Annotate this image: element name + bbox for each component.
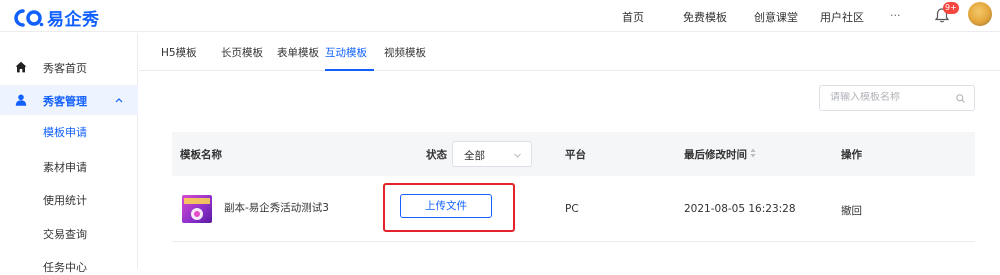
notification-badge: 9+ <box>943 2 959 14</box>
column-header-actions: 操作 <box>841 149 862 161</box>
chevron-up-icon <box>115 98 123 103</box>
search-box <box>819 85 975 111</box>
top-bar: 易企秀 首页 免费模板 创意课堂 用户社区 ··· 9+ <box>0 0 1000 32</box>
template-tabs: H5模板 长页模板 表单模板 互动模板 视频模板 <box>139 33 1000 71</box>
tab-h5[interactable]: H5模板 <box>161 45 197 60</box>
search-icon[interactable] <box>956 94 965 103</box>
sidebar-subitem-usage-stats[interactable]: 使用统计 <box>43 192 87 208</box>
tab-form[interactable]: 表单模板 <box>277 45 319 60</box>
sidebar-subitem-material-apply[interactable]: 素材申请 <box>43 159 87 175</box>
nav-community[interactable]: 用户社区 <box>820 9 864 25</box>
sidebar-item-manage[interactable]: 秀客管理 <box>0 85 138 115</box>
tab-long-page[interactable]: 长页模板 <box>221 45 263 60</box>
status-filter-value: 全部 <box>464 150 485 162</box>
home-icon <box>15 61 27 73</box>
brand-name: 易企秀 <box>47 10 100 30</box>
sort-icon[interactable] <box>750 148 756 158</box>
column-header-platform: 平台 <box>565 149 586 161</box>
sidebar-subitem-template-apply[interactable]: 模板申请 <box>43 124 87 140</box>
search-input[interactable] <box>830 92 950 103</box>
table-row: 副本-易企秀活动测试3 上传文件 PC 2021-08-05 16:23:28 … <box>172 176 975 242</box>
sidebar-subitem-transactions[interactable]: 交易查询 <box>43 226 87 242</box>
logo-icon <box>14 8 44 27</box>
upload-file-button[interactable]: 上传文件 <box>400 194 492 218</box>
nav-more[interactable]: ··· <box>890 9 901 22</box>
active-tab-indicator <box>325 69 374 71</box>
avatar[interactable] <box>968 2 992 26</box>
table-header: 模板名称 状态 全部 平台 最后修改时间 操作 <box>172 132 975 176</box>
revoke-link[interactable]: 撤回 <box>841 203 862 218</box>
nav-home[interactable]: 首页 <box>622 9 644 25</box>
template-thumbnail <box>182 195 212 223</box>
sidebar-subitem-task-center[interactable]: 任务中心 <box>43 259 87 275</box>
main-content: H5模板 长页模板 表单模板 互动模板 视频模板 模板名称 状态 全部 平台 最… <box>139 33 1000 269</box>
tab-video[interactable]: 视频模板 <box>384 45 426 60</box>
column-header-name: 模板名称 <box>180 149 222 161</box>
sidebar-item-home[interactable]: 秀客首页 <box>0 51 138 81</box>
thumbnail-image-icon <box>184 198 210 220</box>
sidebar-item-label: 秀客管理 <box>43 95 87 108</box>
tab-interactive[interactable]: 互动模板 <box>325 45 367 60</box>
logo[interactable]: 易企秀 <box>14 5 100 30</box>
sidebar: 秀客首页 秀客管理 模板申请 素材申请 使用统计 交易查询 任务中心 <box>0 33 138 274</box>
nav-creative-class[interactable]: 创意课堂 <box>754 9 798 25</box>
status-filter-select[interactable]: 全部 <box>452 141 532 167</box>
chevron-down-icon <box>514 153 521 158</box>
sidebar-item-label: 秀客首页 <box>43 62 87 75</box>
column-header-modified[interactable]: 最后修改时间 <box>684 147 747 162</box>
platform-cell: PC <box>565 203 579 215</box>
nav-free-templates[interactable]: 免费模板 <box>683 9 727 25</box>
user-icon <box>15 94 27 106</box>
modified-time-cell: 2021-08-05 16:23:28 <box>684 203 796 215</box>
column-header-status: 状态 <box>426 149 447 161</box>
template-name: 副本-易企秀活动测试3 <box>224 202 329 214</box>
